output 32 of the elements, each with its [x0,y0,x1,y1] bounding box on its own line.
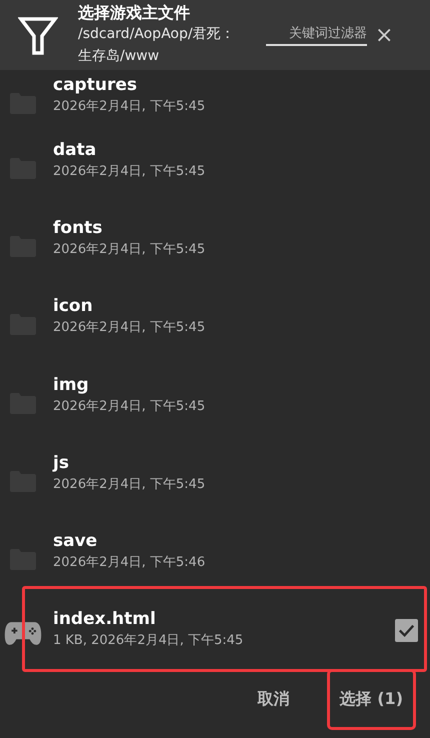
close-button[interactable]: × [371,22,398,48]
file-row[interactable]: icon 2026年2月4日, 下午5:45 [0,278,430,357]
filter-icon [18,16,58,56]
file-name: index.html [53,608,157,630]
filter-field[interactable]: 关键词过滤器 [266,24,367,46]
file-date: 2026年2月4日, 下午5:45 [53,398,206,416]
gamepad-icon [4,620,42,647]
select-button[interactable]: 选择 (1) [330,672,413,727]
file-date: 2026年2月4日, 下午5:45 [53,163,206,182]
folder-path: /sdcard/AopAop/君死：生存岛/www [78,25,236,66]
checkbox[interactable] [395,618,418,642]
file-date: 2026年2月4日, 下午5:45 [53,319,206,338]
file-name: captures [53,74,138,96]
file-name: js [53,452,70,474]
file-name: fonts [53,217,104,240]
file-row[interactable]: captures 2026年2月4日, 下午5:45 [0,70,430,122]
dialog-title: 选择游戏主文件 [78,3,191,23]
file-date: 1 KB, 2026年2月4日, 下午5:45 [53,632,244,650]
file-name: img [53,374,90,396]
file-name: icon [53,295,94,318]
file-name: data [53,139,98,162]
file-row[interactable]: data 2026年2月4日, 下午5:45 [0,122,430,200]
file-row[interactable]: save 2026年2月4日, 下午5:46 [0,512,430,592]
file-date: 2026年2月4日, 下午5:45 [53,98,206,116]
file-row[interactable]: fonts 2026年2月4日, 下午5:45 [0,200,430,278]
file-date: 2026年2月4日, 下午5:45 [53,476,206,494]
file-date: 2026年2月4日, 下午5:46 [53,554,206,572]
file-name: save [53,530,98,552]
cancel-button[interactable]: 取消 [246,674,302,724]
file-row[interactable]: img 2026年2月4日, 下午5:45 [0,356,430,435]
file-row[interactable]: js 2026年2月4日, 下午5:45 [0,434,430,513]
file-date: 2026年2月4日, 下午5:45 [53,241,206,260]
